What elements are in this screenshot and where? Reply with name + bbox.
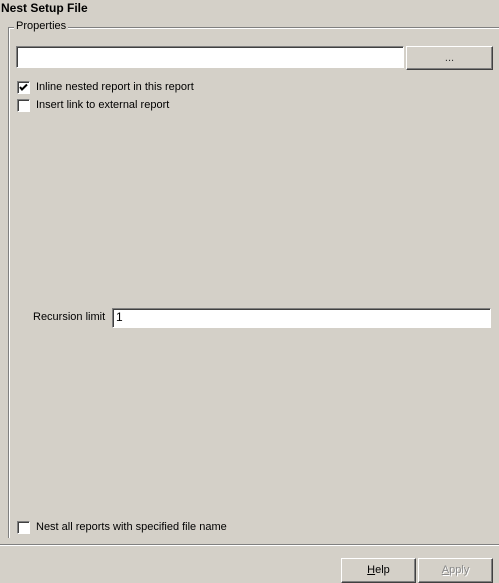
inline-report-checkbox[interactable] bbox=[17, 80, 30, 94]
inline-report-option[interactable]: Inline nested report in this report bbox=[17, 80, 194, 94]
nest-all-checkbox[interactable] bbox=[17, 520, 30, 534]
inline-report-label: Inline nested report in this report bbox=[36, 81, 194, 93]
browse-button[interactable]: ... bbox=[406, 46, 493, 70]
external-link-label: Insert link to external report bbox=[36, 99, 170, 111]
external-link-option[interactable]: Insert link to external report bbox=[17, 98, 169, 112]
nest-all-option[interactable]: Nest all reports with specified file nam… bbox=[17, 520, 227, 534]
recursion-limit-label: Recursion limit bbox=[33, 311, 106, 323]
checkmark-icon bbox=[19, 83, 28, 91]
nest-all-label: Nest all reports with specified file nam… bbox=[36, 521, 227, 533]
apply-button[interactable]: Apply bbox=[418, 558, 493, 583]
help-label-rest: elp bbox=[375, 564, 390, 576]
help-mnemonic: H bbox=[367, 564, 376, 576]
recursion-limit-input[interactable]: 1 bbox=[112, 308, 491, 328]
help-button[interactable]: Help bbox=[341, 558, 416, 583]
file-path-input[interactable] bbox=[16, 46, 404, 68]
external-link-checkbox[interactable] bbox=[17, 98, 30, 112]
apply-mnemonic: A bbox=[441, 564, 450, 576]
bottom-separator bbox=[0, 544, 499, 546]
apply-label-rest: pply bbox=[449, 564, 470, 576]
properties-group-label: Properties bbox=[14, 20, 69, 32]
dialog-title: Nest Setup File bbox=[1, 1, 88, 15]
